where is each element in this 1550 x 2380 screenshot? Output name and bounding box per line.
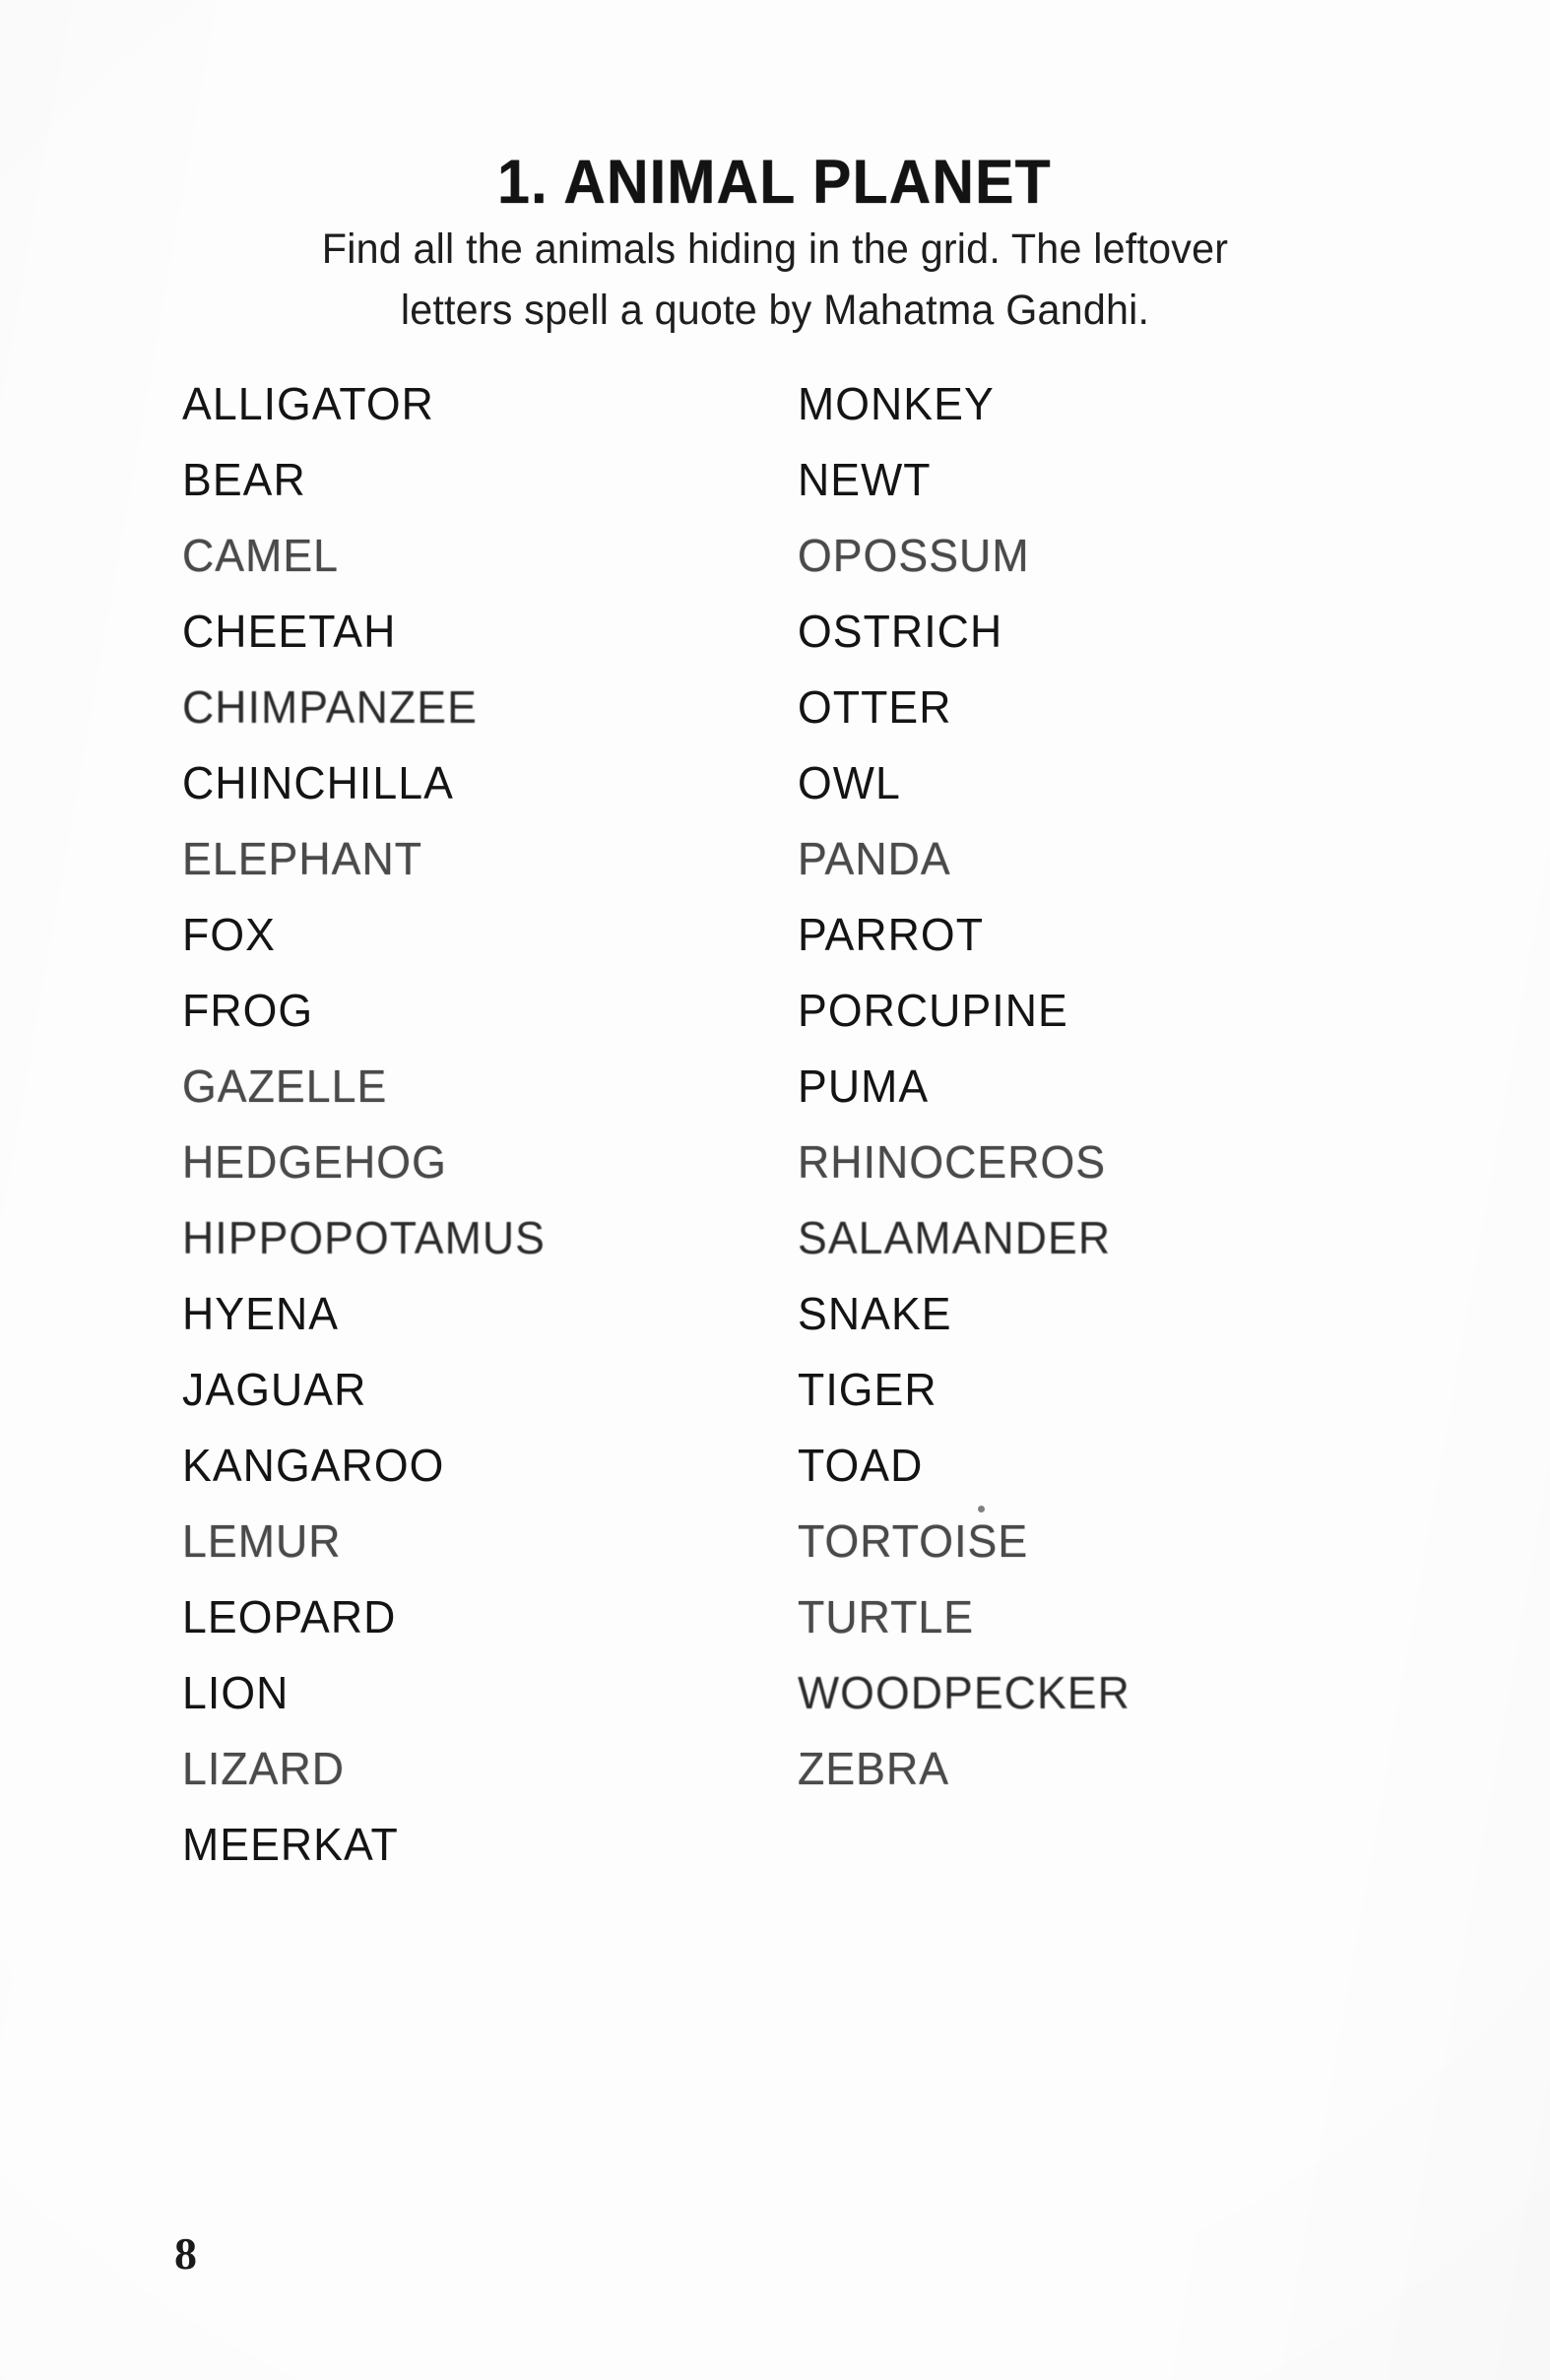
word-list-item: PUMA — [798, 1061, 930, 1112]
word-list-item: SALAMANDER — [798, 1212, 1112, 1263]
instructions-block: Find all the animals hiding in the grid.… — [0, 219, 1550, 341]
word-list-item: KANGAROO — [182, 1440, 445, 1491]
word-list-item: NEWT — [798, 454, 932, 505]
word-list-item: TIGER — [798, 1364, 937, 1415]
word-list-item: CHINCHILLA — [182, 757, 454, 808]
word-list-item: PARROT — [798, 909, 985, 960]
word-list-item: MONKEY — [798, 378, 995, 429]
word-list-item: OSTRICH — [798, 606, 1003, 657]
word-list-column-right: MONKEY NEWT OPOSSUM OSTRICH OTTER OWL PANDA PAR… — [798, 366, 1140, 1807]
word-list-item: HEDGEHOG — [182, 1136, 447, 1188]
word-list-item: HIPPOPOTAMUS — [182, 1212, 546, 1263]
word-list-item: ELEPHANT — [182, 833, 423, 884]
word-list: ALLIGATOR BEAR CAMEL CHEETAH CHIMPANZEE CHINC… — [0, 366, 1550, 1870]
word-list-item: WOODPECKER — [798, 1667, 1130, 1718]
word-list-item: RHINOCEROS — [798, 1136, 1107, 1188]
word-list-item: SNAKE — [798, 1288, 952, 1339]
word-list-item: LEMUR — [182, 1515, 342, 1567]
instructions-line-1: Find all the animals hiding in the grid.… — [321, 225, 1229, 273]
scan-speck-artifact — [978, 1506, 985, 1512]
word-list-item: TURTLE — [798, 1591, 975, 1642]
word-list-item: TOAD — [798, 1440, 924, 1491]
word-list-item: LIZARD — [182, 1743, 346, 1794]
word-list-item: MEERKAT — [182, 1819, 399, 1870]
word-list-column-left: ALLIGATOR BEAR CAMEL CHEETAH CHIMPANZEE CHINC… — [182, 366, 556, 1883]
puzzle-page-sheet: 1. ANIMAL PLANET Find all the animals hi… — [0, 0, 1550, 2380]
word-list-item: CHIMPANZEE — [182, 681, 478, 733]
word-list-item: OPOSSUM — [798, 530, 1030, 581]
page-title: 1. ANIMAL PLANET — [497, 148, 1053, 218]
page-number: 8 — [174, 2228, 197, 2279]
word-list-item: FOX — [182, 909, 276, 960]
word-list-item: LION — [182, 1667, 290, 1718]
word-list-item: OWL — [798, 757, 901, 808]
word-list-item: CHEETAH — [182, 606, 397, 657]
word-list-item: ZEBRA — [798, 1743, 950, 1794]
word-list-item: TORTOISE — [798, 1515, 1029, 1567]
word-list-item: OTTER — [798, 681, 952, 733]
word-list-item: FROG — [182, 985, 314, 1036]
word-list-item: LEOPARD — [182, 1591, 397, 1642]
word-list-item: CAMEL — [182, 530, 340, 581]
word-list-item: JAGUAR — [182, 1364, 367, 1415]
word-list-item: HYENA — [182, 1288, 340, 1339]
word-list-item: BEAR — [182, 454, 306, 505]
word-list-item: PORCUPINE — [798, 985, 1068, 1036]
word-list-item: PANDA — [798, 833, 951, 884]
instructions-line-2: letters spell a quote by Mahatma Gandhi. — [400, 287, 1150, 334]
word-list-item: GAZELLE — [182, 1061, 388, 1112]
word-list-item: ALLIGATOR — [182, 378, 434, 429]
